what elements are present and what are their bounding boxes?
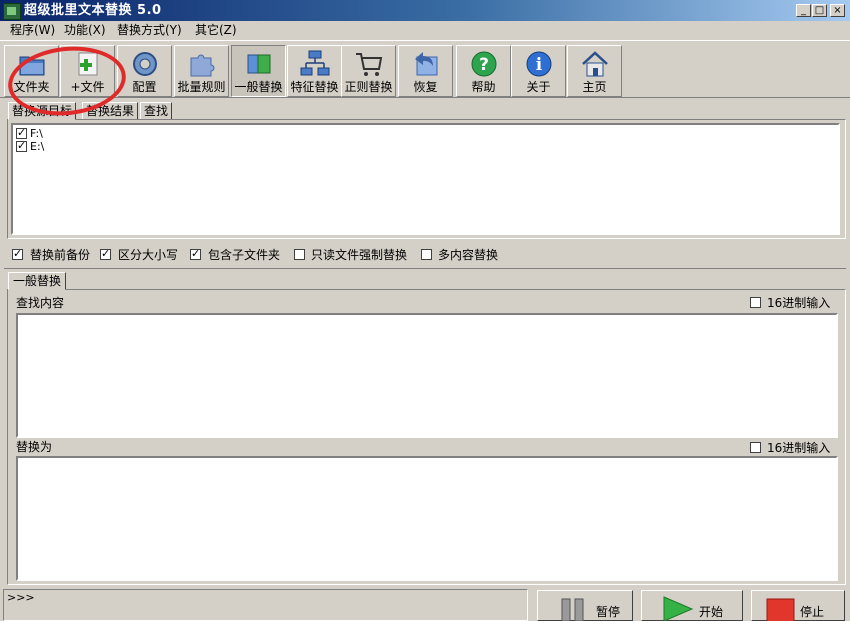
replace-label: 替换为	[16, 440, 53, 454]
feature-replace-button-label: 特征替换	[290, 80, 339, 94]
menu-replace-mode[interactable]: 替换方式(Y)	[117, 23, 182, 38]
regex-replace-button-label: 正则替换	[344, 80, 393, 94]
multi-content-label: 多内容替换	[438, 248, 499, 262]
play-icon	[663, 596, 694, 621]
config-button[interactable]: 配置	[117, 45, 172, 97]
target-list[interactable]: F:\ E:\	[11, 123, 840, 235]
svg-text:?: ?	[479, 55, 489, 75]
menu-bar: 程序(W) 功能(X) 替换方式(Y) 其它(Z)	[0, 21, 850, 40]
replace-docs-icon	[247, 54, 271, 74]
info-icon: i	[526, 51, 552, 77]
general-replace-button[interactable]: 一般替换	[231, 45, 286, 97]
svg-text:i: i	[536, 55, 543, 75]
find-label: 查找内容	[16, 296, 65, 310]
batch-rules-button-label: 批量规则	[177, 80, 226, 94]
target-e-checkbox[interactable]	[16, 139, 27, 153]
feature-replace-button[interactable]: 特征替换	[287, 45, 342, 97]
window-title: 超级批里文本替换 5.0	[24, 3, 162, 18]
stop-button[interactable]: 停止	[751, 590, 845, 621]
maximize-button[interactable]: □	[812, 4, 827, 17]
homepage-button[interactable]: 主页	[567, 45, 622, 97]
replace-hex-label: 16进制输入	[767, 441, 831, 455]
about-button-label: 关于	[526, 80, 551, 94]
home-icon	[582, 51, 608, 77]
about-button[interactable]: i 关于	[511, 45, 566, 97]
find-hex-label: 16进制输入	[767, 296, 831, 310]
target-f-checkbox[interactable]	[16, 126, 27, 140]
find-hex-checkbox[interactable]	[750, 297, 761, 308]
multi-content-checkbox[interactable]	[421, 249, 432, 260]
menu-program[interactable]: 程序(W)	[10, 23, 55, 38]
backup-label: 替换前备份	[30, 248, 91, 262]
puzzle-icon	[190, 54, 215, 77]
help-icon: ?	[471, 51, 497, 77]
cart-icon	[356, 53, 383, 76]
menu-function[interactable]: 功能(X)	[64, 23, 106, 38]
force-readonly-checkbox[interactable]	[294, 249, 305, 260]
stop-label: 停止	[800, 605, 825, 619]
force-readonly-label: 只读文件强制替换	[311, 248, 408, 262]
case-sensitive-checkbox[interactable]	[100, 247, 111, 261]
regex-replace-button[interactable]: 正则替换	[341, 45, 396, 97]
include-subfolders-checkbox[interactable]	[190, 247, 201, 261]
find-input[interactable]	[16, 313, 838, 438]
config-button-label: 配置	[132, 80, 157, 94]
restore-button-label: 恢复	[413, 80, 438, 94]
settings-gear-icon	[133, 52, 157, 76]
pause-label: 暂停	[596, 605, 621, 619]
app-icon	[3, 3, 21, 20]
stop-icon	[766, 598, 795, 621]
tab-general-replace[interactable]: 一般替换	[8, 272, 67, 290]
network-icon	[300, 50, 330, 76]
pause-button[interactable]: 暂停	[537, 590, 633, 621]
replace-hex-checkbox[interactable]	[750, 442, 761, 453]
minimize-button[interactable]: _	[796, 4, 811, 17]
pause-icon	[561, 598, 584, 621]
close-button[interactable]: ×	[830, 4, 845, 17]
include-subfolders-label: 包含子文件夹	[208, 248, 281, 262]
target-f-label: F:\	[30, 127, 43, 140]
title-bar: 超级批里文本替换 5.0 _ □ ×	[0, 0, 850, 21]
options-row: 替换前备份 区分大小写 包含子文件夹 只读文件强制替换 多内容替换	[0, 242, 850, 268]
backup-checkbox[interactable]	[12, 247, 23, 261]
start-label: 开始	[699, 605, 724, 619]
tab-search[interactable]: 查找	[140, 102, 173, 120]
start-button[interactable]: 开始	[641, 590, 743, 621]
target-e-label: E:\	[30, 140, 45, 153]
general-replace-button-label: 一般替换	[234, 80, 283, 94]
menu-other[interactable]: 其它(Z)	[195, 23, 237, 38]
status-text: >>>	[7, 591, 35, 604]
replace-input[interactable]	[16, 456, 838, 581]
help-button-label: 帮助	[471, 80, 496, 94]
batch-rules-button[interactable]: 批量规则	[174, 45, 229, 97]
help-button[interactable]: ? 帮助	[456, 45, 511, 97]
undo-arrow-icon	[415, 52, 438, 76]
homepage-button-label: 主页	[582, 80, 607, 94]
restore-button[interactable]: 恢复	[398, 45, 453, 97]
case-sensitive-label: 区分大小写	[118, 248, 179, 262]
status-bar: >>>	[3, 589, 528, 621]
divider	[4, 268, 846, 269]
